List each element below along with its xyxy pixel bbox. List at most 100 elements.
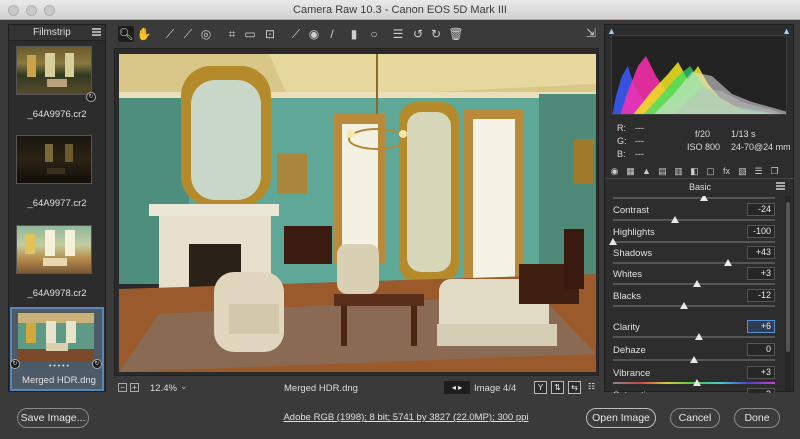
filmstrip-menu-icon[interactable] bbox=[92, 28, 101, 37]
slider-label: Whites bbox=[613, 269, 643, 280]
slider-value-field[interactable]: -2 bbox=[747, 388, 775, 393]
slider-value-field[interactable]: +43 bbox=[747, 246, 775, 259]
star-rating[interactable]: • • • • • bbox=[12, 363, 106, 370]
image-nav-arrows[interactable]: ◂ ▸ bbox=[444, 381, 470, 394]
r-label: R: bbox=[617, 123, 626, 133]
zoom-window-button[interactable] bbox=[44, 5, 55, 16]
adjustment-brush-icon[interactable]: / bbox=[324, 26, 340, 42]
slider-label: Vibrance bbox=[613, 368, 651, 379]
panel-scrollbar[interactable] bbox=[785, 196, 791, 391]
graduated-filter-icon[interactable]: ▮ bbox=[346, 26, 362, 42]
slider-exposure[interactable]: Exposure+1.15 bbox=[613, 196, 775, 203]
image-preview[interactable] bbox=[114, 48, 599, 376]
tab-basic-icon[interactable]: ◉ bbox=[609, 166, 620, 177]
slider-label: Highlights bbox=[613, 227, 655, 238]
r-value: --- bbox=[635, 123, 644, 133]
filmstrip-header: Filmstrip bbox=[9, 25, 105, 41]
tab-detail-icon[interactable]: ▲ bbox=[641, 166, 652, 177]
slider-track[interactable] bbox=[613, 197, 775, 199]
tab-tone-curve-icon[interactable]: ▦ bbox=[625, 166, 636, 177]
slider-thumb[interactable] bbox=[724, 259, 733, 266]
panel-menu-icon[interactable] bbox=[776, 182, 785, 191]
bottom-bar: Save Image... Adobe RGB (1998); 8 bit; 5… bbox=[0, 400, 800, 439]
slider-value-field[interactable]: +3 bbox=[747, 366, 775, 379]
slider-value-field[interactable]: +3 bbox=[747, 267, 775, 280]
slider-value-field[interactable]: +6 bbox=[747, 320, 775, 333]
filmstrip-item-selected[interactable]: ↻ ↻ • • • • • Merged HDR.dng bbox=[10, 307, 104, 391]
tab-presets-icon[interactable]: ☰ bbox=[753, 166, 764, 177]
slider-track[interactable] bbox=[613, 219, 775, 221]
slider-dehaze[interactable]: Dehaze 0 bbox=[613, 343, 775, 365]
color-sampler-tool-icon[interactable]: ⟋ bbox=[180, 26, 196, 42]
targeted-adjustment-tool-icon[interactable]: ◎ bbox=[198, 26, 214, 42]
workflow-options-link[interactable]: Adobe RGB (1998); 8 bit; 5741 by 3827 (2… bbox=[236, 412, 576, 423]
trash-icon[interactable]: 🗑︎ bbox=[448, 26, 464, 42]
slider-track[interactable] bbox=[613, 262, 775, 264]
done-button[interactable]: Done bbox=[734, 408, 780, 428]
radial-filter-icon[interactable]: ○ bbox=[366, 26, 382, 42]
tab-lens-icon[interactable]: ◧ bbox=[689, 166, 700, 177]
rotate-ccw-icon[interactable]: ↺ bbox=[410, 26, 426, 42]
slider-thumb[interactable] bbox=[694, 333, 703, 340]
open-image-button[interactable]: Open Image bbox=[586, 408, 656, 428]
slider-blacks[interactable]: Blacks -12 bbox=[613, 289, 775, 311]
white-balance-tool-icon[interactable]: ⟋ bbox=[162, 26, 178, 42]
tab-transform-icon[interactable]: ▢ bbox=[705, 166, 716, 177]
slider-value-field[interactable]: -24 bbox=[747, 203, 775, 216]
filmstrip-item[interactable]: _64A9977.cr2 bbox=[9, 131, 105, 217]
slider-shadows[interactable]: Shadows +43 bbox=[613, 246, 775, 268]
close-window-button[interactable] bbox=[8, 5, 19, 16]
slider-thumb[interactable] bbox=[699, 196, 708, 201]
slider-thumb[interactable] bbox=[693, 280, 702, 287]
slider-thumb[interactable] bbox=[693, 379, 702, 386]
slider-vibrance[interactable]: Vibrance +3 bbox=[613, 366, 775, 388]
preview-filename: Merged HDR.dng bbox=[284, 383, 358, 394]
swap-settings-icon[interactable]: ⇅ bbox=[551, 381, 564, 394]
minimize-window-button[interactable] bbox=[26, 5, 37, 16]
cancel-button[interactable]: Cancel bbox=[670, 408, 720, 428]
lens-value: 24-70@24 mm bbox=[731, 142, 791, 152]
slider-value-field[interactable]: -100 bbox=[747, 225, 775, 238]
preferences-icon[interactable]: ☰ bbox=[390, 26, 406, 42]
copy-settings-icon[interactable]: ⇆ bbox=[568, 381, 581, 394]
slider-contrast[interactable]: Contrast -24 bbox=[613, 203, 775, 225]
toggle-settings-icon[interactable]: ☷ bbox=[585, 381, 598, 394]
slider-value-field[interactable]: -12 bbox=[747, 289, 775, 302]
aperture-value: f/20 bbox=[695, 129, 711, 139]
slider-thumb[interactable] bbox=[690, 356, 698, 363]
filmstrip-item[interactable]: _64A9978.cr2 bbox=[9, 221, 105, 307]
tab-calibration-icon[interactable]: ▧ bbox=[737, 166, 748, 177]
zoom-level[interactable]: 12.4% bbox=[150, 383, 177, 394]
export-icon[interactable]: ⇲ bbox=[583, 26, 599, 42]
crop-tool-icon[interactable]: ⌗ bbox=[224, 26, 240, 42]
slider-clarity[interactable]: Clarity +6 bbox=[613, 320, 775, 342]
zoom-out-button[interactable]: − bbox=[118, 383, 127, 392]
slider-thumb[interactable] bbox=[680, 302, 689, 309]
tab-hsl-icon[interactable]: ▤ bbox=[657, 166, 668, 177]
tab-effects-icon[interactable]: fx bbox=[721, 166, 732, 177]
slider-whites[interactable]: Whites +3 bbox=[613, 267, 775, 289]
spot-removal-tool-icon[interactable]: ⟋ bbox=[288, 26, 304, 42]
zoom-tool-icon[interactable]: 🔍︎ bbox=[118, 26, 134, 42]
rotate-cw-icon[interactable]: ↻ bbox=[428, 26, 444, 42]
straighten-tool-icon[interactable]: ▭ bbox=[242, 26, 258, 42]
shutter-value: 1/13 s bbox=[731, 129, 756, 139]
slider-thumb[interactable] bbox=[670, 216, 679, 223]
red-eye-tool-icon[interactable]: ◉ bbox=[306, 26, 322, 42]
slider-value-field[interactable]: 0 bbox=[747, 343, 775, 356]
save-image-button[interactable]: Save Image... bbox=[17, 408, 89, 428]
hand-tool-icon[interactable]: ✋ bbox=[136, 26, 152, 42]
tab-split-toning-icon[interactable]: ▥ bbox=[673, 166, 684, 177]
slider-label: Shadows bbox=[613, 248, 653, 259]
zoom-dropdown-icon[interactable]: ⌄ bbox=[180, 381, 188, 392]
slider-saturation[interactable]: Saturation -2 bbox=[613, 388, 775, 393]
transform-tool-icon[interactable]: ⊡ bbox=[262, 26, 278, 42]
slider-track[interactable] bbox=[613, 305, 775, 307]
tab-snapshots-icon[interactable]: ❐ bbox=[769, 166, 780, 177]
slider-thumb[interactable] bbox=[609, 238, 617, 245]
filmstrip-item[interactable]: ↻ _64A9976.cr2 bbox=[9, 42, 105, 128]
before-after-toggle-icon[interactable]: Y bbox=[534, 381, 547, 394]
zoom-in-button[interactable]: + bbox=[130, 383, 139, 392]
slider-track[interactable] bbox=[613, 241, 775, 243]
slider-highlights[interactable]: Highlights -100 bbox=[609, 225, 775, 247]
